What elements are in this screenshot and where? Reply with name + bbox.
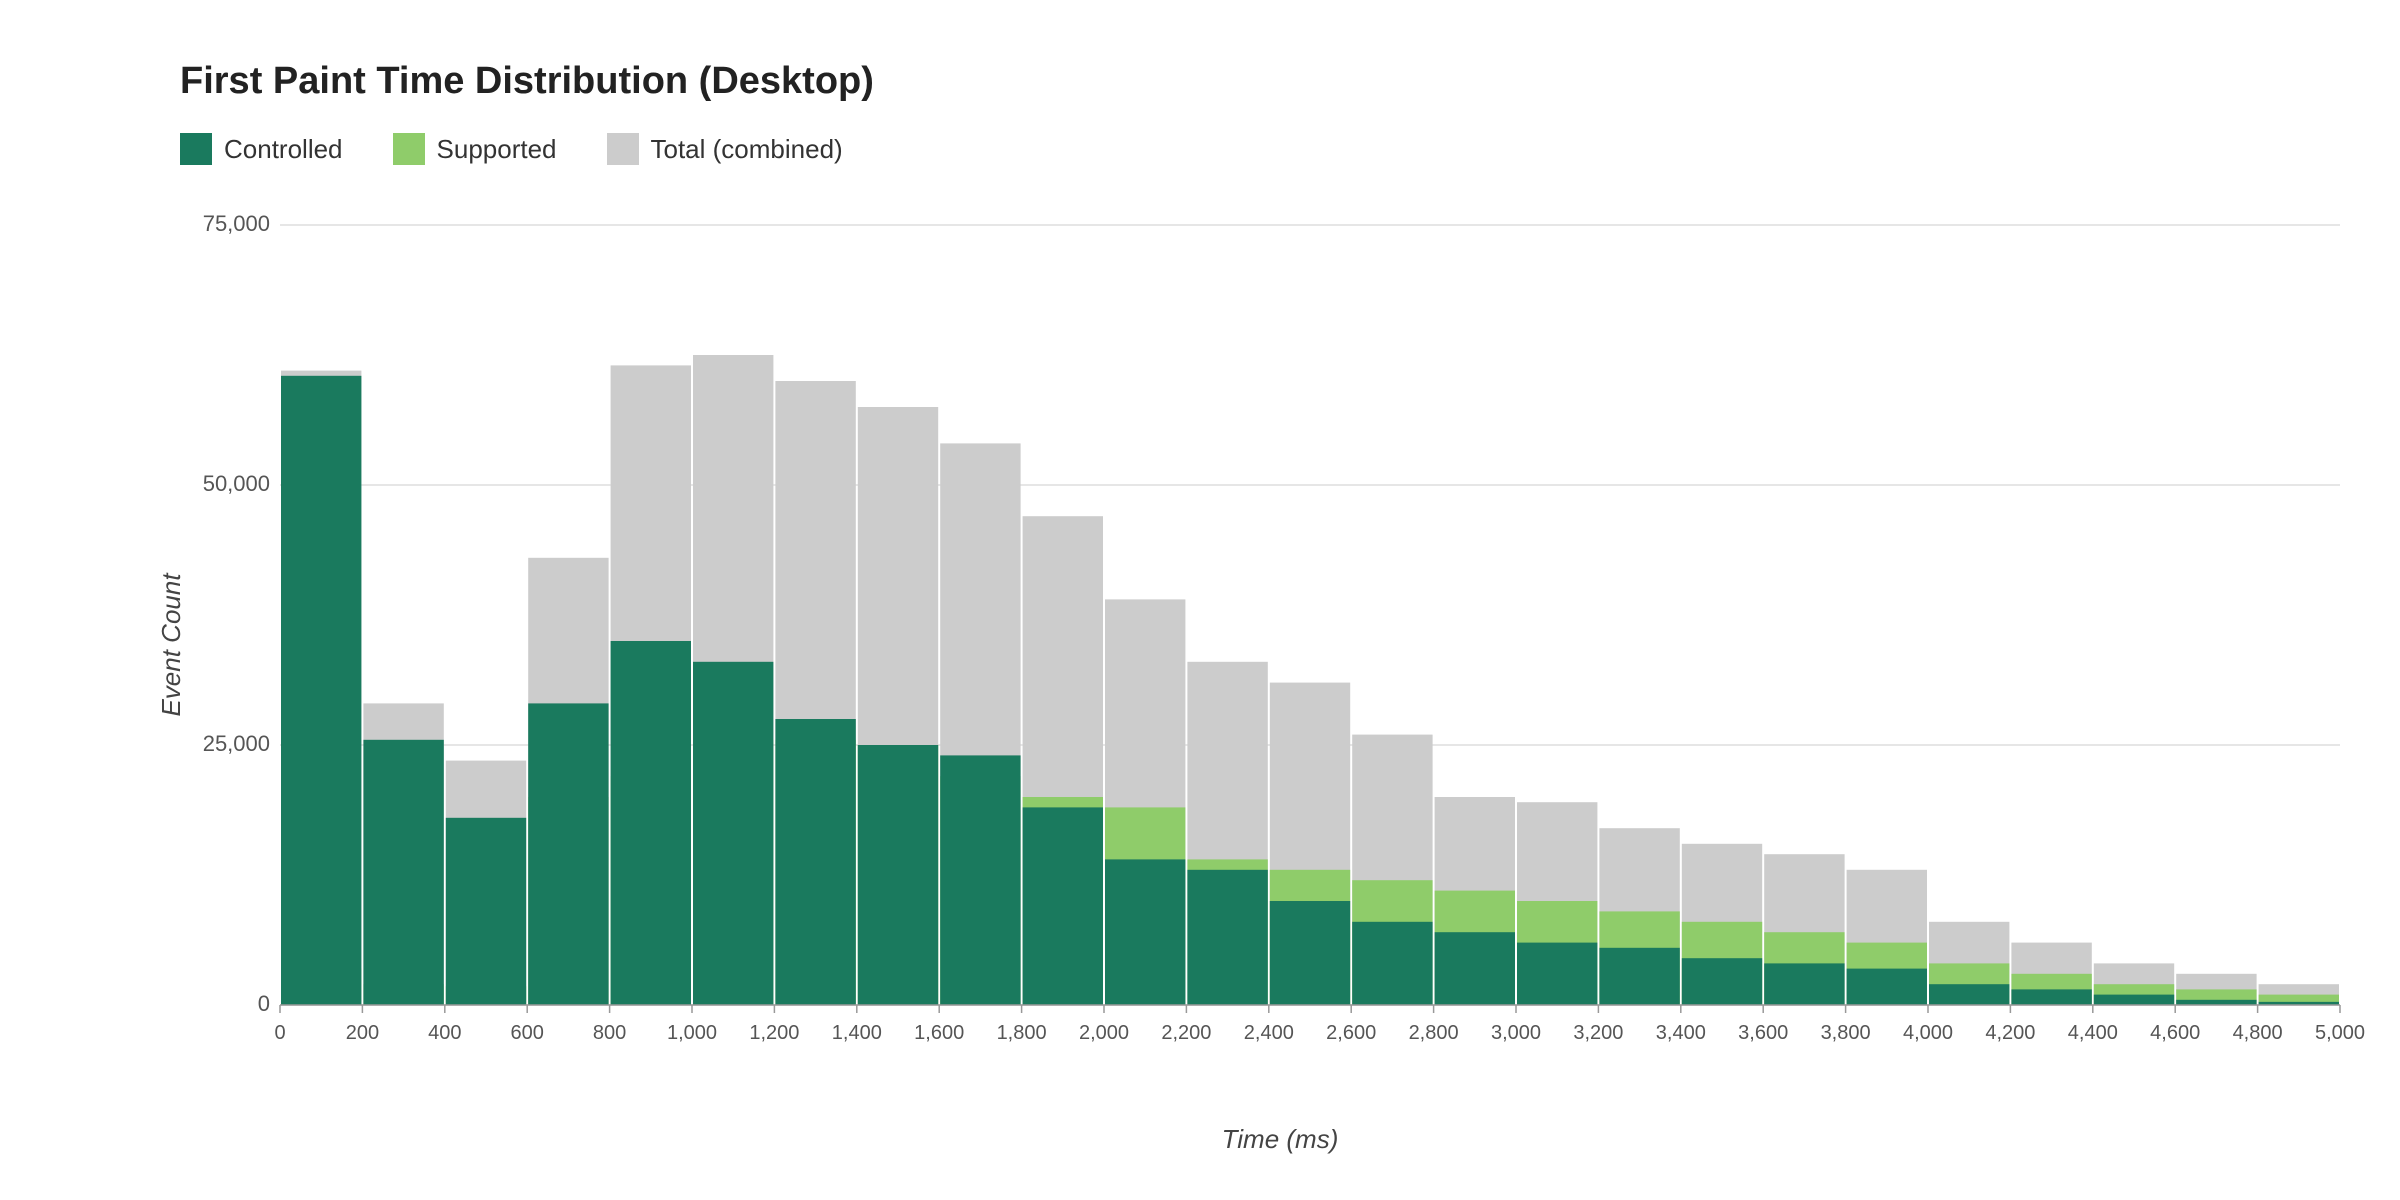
svg-text:4,000: 4,000 — [1903, 1022, 1953, 1044]
svg-text:2,400: 2,400 — [1244, 1022, 1294, 1044]
legend-item-total: Total (combined) — [607, 133, 843, 165]
svg-text:2,200: 2,200 — [1161, 1022, 1211, 1044]
svg-text:75,000: 75,000 — [203, 211, 270, 236]
svg-text:1,000: 1,000 — [667, 1022, 717, 1044]
svg-text:3,400: 3,400 — [1656, 1022, 1706, 1044]
svg-text:2,600: 2,600 — [1326, 1022, 1376, 1044]
total-label: Total (combined) — [651, 134, 843, 165]
chart-svg: 0 25,000 50,000 75,000 0 200 400 600 800 1,000 1,2… — [180, 205, 2380, 1085]
svg-text:0: 0 — [274, 1022, 285, 1044]
chart-title: First Paint Time Distribution (Desktop) — [180, 60, 2320, 103]
svg-text:1,600: 1,600 — [914, 1022, 964, 1044]
total-swatch — [607, 133, 639, 165]
svg-text:3,200: 3,200 — [1573, 1022, 1623, 1044]
legend-item-controlled: Controlled — [180, 133, 343, 165]
svg-text:0: 0 — [258, 991, 270, 1016]
controlled-swatch — [180, 133, 212, 165]
svg-text:4,600: 4,600 — [2150, 1022, 2200, 1044]
svg-text:4,400: 4,400 — [2068, 1022, 2118, 1044]
svg-text:1,200: 1,200 — [749, 1022, 799, 1044]
svg-text:600: 600 — [511, 1022, 544, 1044]
svg-text:400: 400 — [428, 1022, 461, 1044]
svg-text:2,800: 2,800 — [1409, 1022, 1459, 1044]
controlled-label: Controlled — [224, 134, 343, 165]
svg-text:5,000: 5,000 — [2315, 1022, 2365, 1044]
svg-text:3,000: 3,000 — [1491, 1022, 1541, 1044]
svg-text:1,800: 1,800 — [997, 1022, 1047, 1044]
svg-text:2,000: 2,000 — [1079, 1022, 1129, 1044]
svg-text:4,200: 4,200 — [1985, 1022, 2035, 1044]
x-axis-label: Time (ms) — [1222, 1124, 1339, 1155]
chart-container: First Paint Time Distribution (Desktop) … — [0, 0, 2400, 1200]
svg-text:1,400: 1,400 — [832, 1022, 882, 1044]
svg-text:25,000: 25,000 — [203, 731, 270, 756]
supported-label: Supported — [437, 134, 557, 165]
legend: Controlled Supported Total (combined) — [180, 133, 2320, 165]
legend-item-supported: Supported — [393, 133, 557, 165]
chart-area: Event Count Time (ms) 025,00050,00075,00… — [180, 205, 2380, 1085]
y-axis-label: Event Count — [156, 573, 187, 716]
svg-text:800: 800 — [593, 1022, 626, 1044]
svg-text:200: 200 — [346, 1022, 379, 1044]
supported-swatch — [393, 133, 425, 165]
svg-text:4,800: 4,800 — [2233, 1022, 2283, 1044]
svg-text:3,600: 3,600 — [1738, 1022, 1788, 1044]
svg-text:50,000: 50,000 — [203, 471, 270, 496]
svg-text:3,800: 3,800 — [1821, 1022, 1871, 1044]
